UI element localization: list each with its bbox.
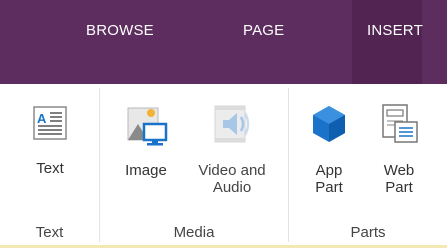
ribbon-tab-bar: BROWSE PAGE INSERT xyxy=(0,0,447,84)
image-button-label: Image xyxy=(125,162,167,179)
group-label-media: Media xyxy=(173,224,215,241)
image-icon xyxy=(127,107,168,146)
tab-insert-label: INSERT xyxy=(367,22,423,39)
group-label-text: Text xyxy=(35,224,64,241)
group-label-parts: Parts xyxy=(350,224,386,241)
group-separator xyxy=(288,88,289,242)
app-part-button-label: App Part xyxy=(315,162,343,196)
video-audio-icon xyxy=(214,105,250,143)
web-part-icon xyxy=(382,104,418,143)
text-box-icon: A xyxy=(33,106,67,140)
tab-browse[interactable]: BROWSE xyxy=(86,22,154,39)
video-audio-button-label: Video and Audio xyxy=(198,162,266,196)
tab-page[interactable]: PAGE xyxy=(243,22,284,39)
text-button-label: Text xyxy=(36,160,64,177)
app-part-button[interactable]: App Part xyxy=(300,102,358,196)
svg-text:A: A xyxy=(37,111,47,126)
web-part-button[interactable]: Web Part xyxy=(371,102,427,196)
web-part-button-label: Web Part xyxy=(383,162,415,196)
image-button[interactable]: Image xyxy=(113,102,179,179)
app-part-icon xyxy=(313,106,345,142)
video-audio-button[interactable]: Video and Audio xyxy=(184,102,280,196)
ribbon-panel: A Text Image Video and Audio App Part We… xyxy=(0,84,447,246)
text-button[interactable]: A Text xyxy=(20,106,80,177)
tab-insert[interactable]: INSERT xyxy=(352,0,423,84)
group-separator xyxy=(99,88,100,242)
